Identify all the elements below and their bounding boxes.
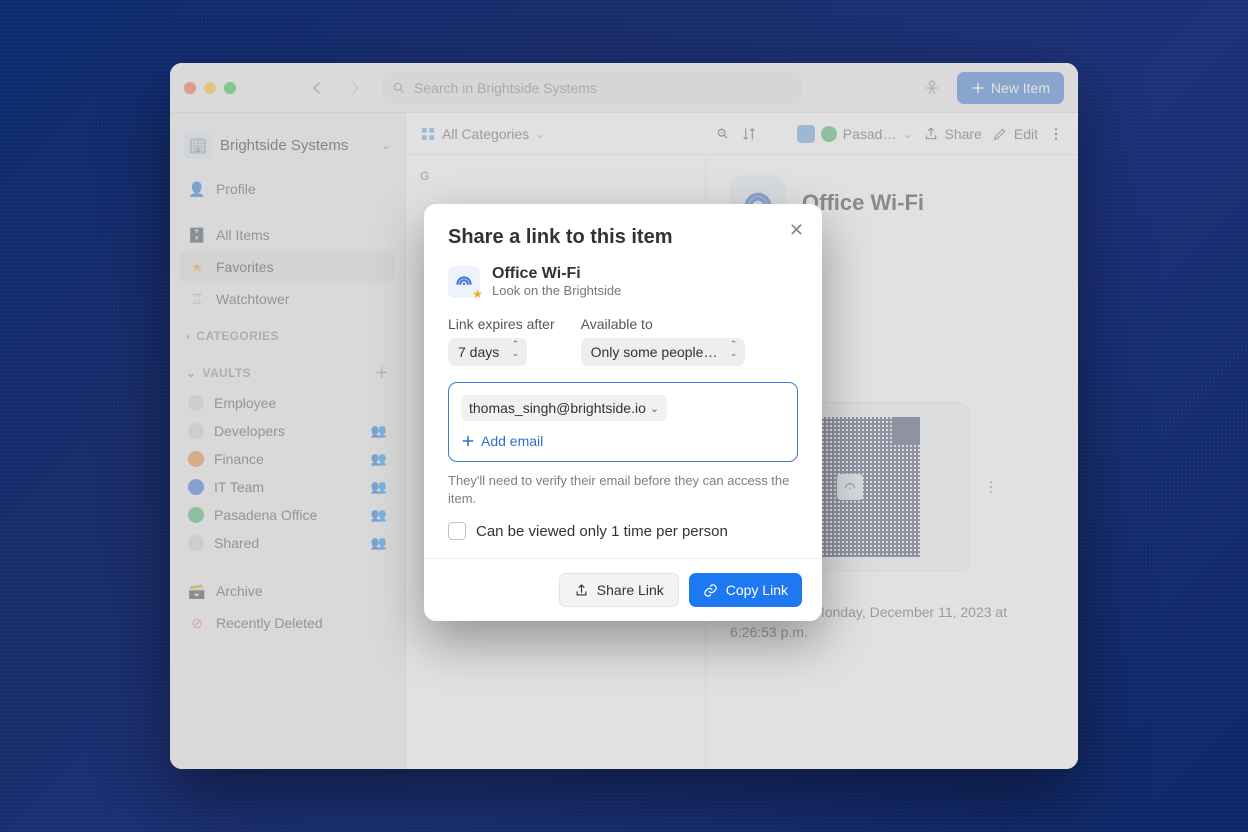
edit-icon xyxy=(992,126,1008,142)
vault-icon xyxy=(188,535,204,551)
nav-back-button[interactable] xyxy=(300,73,334,103)
vault-item-shared[interactable]: Shared👥 xyxy=(180,529,395,557)
shared-icon: 👥 xyxy=(371,451,387,467)
sidebar-item-favorites[interactable]: ★ Favorites xyxy=(180,251,395,283)
sidebar-item-archive[interactable]: 🗃️Archive xyxy=(180,575,395,607)
share-icon xyxy=(574,583,589,598)
shared-icon: 👥 xyxy=(371,507,387,523)
filter-icon xyxy=(715,126,731,142)
modal-item-name: Office Wi-Fi xyxy=(492,265,621,283)
modal-title: Share a link to this item xyxy=(448,226,798,249)
share-button[interactable]: Share xyxy=(923,126,982,142)
sort-button[interactable] xyxy=(741,126,757,142)
vault-item-it-team[interactable]: IT Team👥 xyxy=(180,473,395,501)
chevron-down-icon: ⌄ xyxy=(381,138,391,152)
watchtower-indicator-icon[interactable] xyxy=(917,73,947,103)
email-recipients-box: thomas_singh@brightside.io ⌄ Add email xyxy=(448,382,798,462)
grid-icon xyxy=(420,126,436,142)
modal-footer: Share Link Copy Link xyxy=(424,558,822,621)
close-window-icon[interactable] xyxy=(184,82,196,94)
trash-icon: ⊘ xyxy=(188,614,206,632)
titlebar: Search in Brightside Systems New Item xyxy=(170,63,1078,113)
sort-icon xyxy=(741,126,757,142)
watchtower-icon: ♖ xyxy=(188,290,206,308)
vault-item-employee[interactable]: Employee xyxy=(180,389,395,417)
window-controls xyxy=(184,82,236,94)
shared-icon: 👥 xyxy=(371,535,387,551)
sidebar-item-recently-deleted[interactable]: ⊘Recently Deleted xyxy=(180,607,395,639)
star-icon: ★ xyxy=(188,258,206,276)
vault-icon xyxy=(821,126,837,142)
qr-more-button[interactable] xyxy=(983,479,999,495)
add-email-button[interactable]: Add email xyxy=(461,433,785,449)
sidebar-item-watchtower[interactable]: ♖ Watchtower xyxy=(180,283,395,315)
minimize-window-icon[interactable] xyxy=(204,82,216,94)
sidebar: 🏢 Brightside Systems ⌄ 👤 Profile 🗄️ All … xyxy=(170,113,406,769)
sidebar-item-profile[interactable]: 👤 Profile xyxy=(180,173,395,205)
available-select[interactable]: Only some people… xyxy=(581,338,746,366)
vault-item-developers[interactable]: Developers👥 xyxy=(180,417,395,445)
vault-context[interactable]: Pasad… ⌄ xyxy=(797,125,913,143)
shared-icon: 👥 xyxy=(371,423,387,439)
modal-item-subtitle: Look on the Brightside xyxy=(492,283,621,298)
more-icon xyxy=(1048,126,1064,142)
copy-link-button[interactable]: Copy Link xyxy=(689,573,802,607)
workspace-icon: 🏢 xyxy=(184,131,212,159)
search-input[interactable]: Search in Brightside Systems xyxy=(382,72,802,104)
new-item-button[interactable]: New Item xyxy=(957,72,1064,104)
link-icon xyxy=(703,583,718,598)
share-link-modal: Share a link to this item ✕ ★ Office Wi-… xyxy=(424,204,822,621)
vault-icon xyxy=(188,395,204,411)
item-icon: ★ xyxy=(448,266,480,298)
more-button[interactable] xyxy=(1048,126,1064,142)
categories-header[interactable]: › CATEGORIES xyxy=(180,315,395,349)
plus-icon xyxy=(971,81,985,95)
list-group-header: G xyxy=(418,165,693,187)
view-once-label: Can be viewed only 1 time per person xyxy=(476,523,728,540)
view-once-checkbox[interactable] xyxy=(448,522,466,540)
category-selector[interactable]: All Categories ⌄ xyxy=(420,126,545,142)
workspace-switcher[interactable]: 🏢 Brightside Systems ⌄ xyxy=(180,125,395,173)
search-placeholder: Search in Brightside Systems xyxy=(414,80,597,96)
archive-icon: 🗃️ xyxy=(188,582,206,600)
expires-select[interactable]: 7 days xyxy=(448,338,527,366)
vault-icon xyxy=(188,423,204,439)
vault-icon xyxy=(797,125,815,143)
vaults-header[interactable]: ⌄ VAULTS ＋ xyxy=(180,349,395,389)
chevron-down-icon: ⌄ xyxy=(650,402,659,415)
vault-icon xyxy=(188,507,204,523)
chevron-down-icon: ⌄ xyxy=(902,127,912,141)
vault-icon xyxy=(188,479,204,495)
content-toolbar: All Categories ⌄ Pasad… ⌄ Share Edit xyxy=(406,113,1078,155)
modal-close-button[interactable]: ✕ xyxy=(789,220,804,241)
chevron-down-icon: ⌄ xyxy=(535,127,545,141)
available-label: Available to xyxy=(581,316,746,332)
nav-forward-button[interactable] xyxy=(338,73,372,103)
edit-button[interactable]: Edit xyxy=(992,126,1038,142)
email-chip[interactable]: thomas_singh@brightside.io ⌄ xyxy=(461,395,667,421)
chevron-right-icon: › xyxy=(186,329,190,343)
share-icon xyxy=(923,126,939,142)
sidebar-item-all-items[interactable]: 🗄️ All Items xyxy=(180,219,395,251)
favorite-star-icon: ★ xyxy=(472,287,483,301)
vault-icon xyxy=(188,451,204,467)
vault-item-finance[interactable]: Finance👥 xyxy=(180,445,395,473)
chevron-down-icon: ⌄ xyxy=(186,366,196,380)
add-vault-button[interactable]: ＋ xyxy=(375,363,389,383)
plus-icon xyxy=(461,434,475,448)
profile-icon: 👤 xyxy=(188,180,206,198)
vault-item-pasadena[interactable]: Pasadena Office👥 xyxy=(180,501,395,529)
search-icon xyxy=(392,81,406,95)
drawer-icon: 🗄️ xyxy=(188,226,206,244)
share-link-button[interactable]: Share Link xyxy=(559,573,679,607)
filter-button[interactable] xyxy=(715,126,731,142)
expires-label: Link expires after xyxy=(448,316,555,332)
shared-icon: 👥 xyxy=(371,479,387,495)
maximize-window-icon[interactable] xyxy=(224,82,236,94)
help-text: They'll need to verify their email befor… xyxy=(448,472,798,508)
